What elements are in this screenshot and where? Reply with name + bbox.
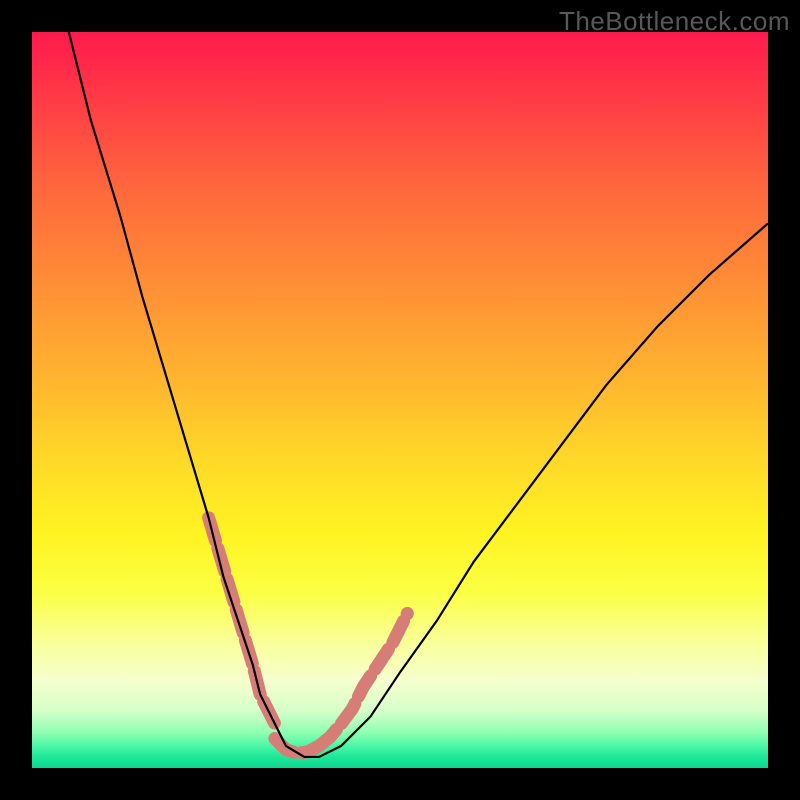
series-highlight-band-left [209,518,275,724]
series-curve [69,32,768,757]
chart-plot-area [32,32,768,768]
chart-svg-layer [32,32,768,768]
series-highlight-band-bottom [275,739,319,754]
